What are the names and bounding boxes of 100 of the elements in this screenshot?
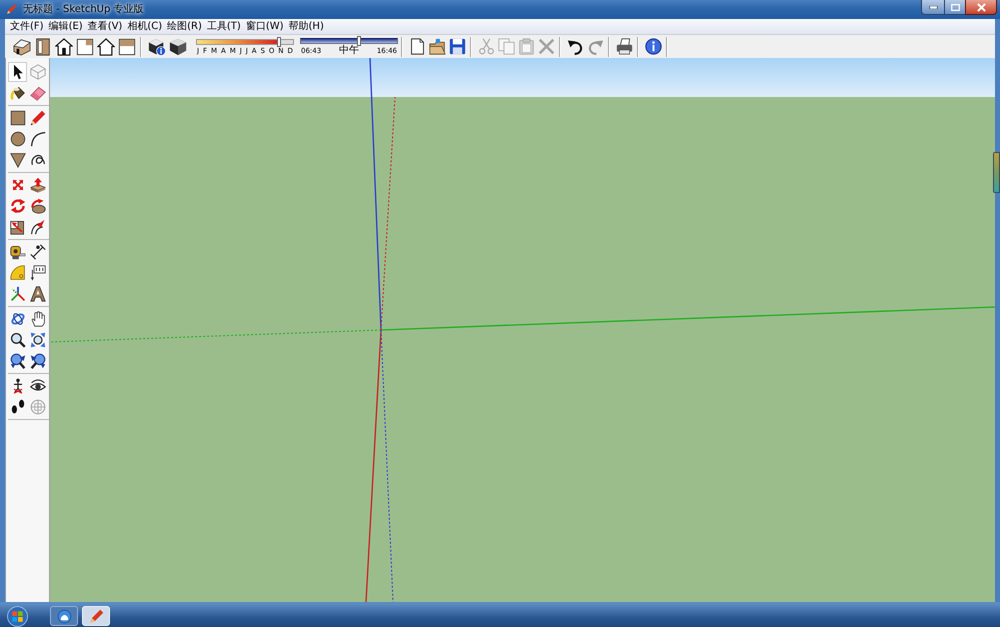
circle-icon [10, 131, 26, 147]
line-tool-button[interactable] [28, 108, 47, 128]
open-button[interactable] [427, 36, 447, 57]
menu-item[interactable]: 文件(F) [8, 20, 46, 34]
previous-view-tool-button[interactable] [28, 351, 47, 371]
zoom-extents-tool-button[interactable] [8, 351, 27, 371]
menu-item[interactable]: 窗口(W) [244, 20, 286, 34]
hand-icon [30, 311, 46, 327]
print-button[interactable] [614, 36, 634, 57]
door-icon [34, 38, 52, 56]
axes-icon [10, 286, 26, 302]
protractor-icon [10, 265, 26, 281]
scissors-icon [478, 38, 494, 55]
text-tool-button[interactable] [28, 263, 47, 283]
zoom-extents-icon [10, 353, 26, 369]
pencil-icon [6, 4, 17, 15]
start-button[interactable] [5, 605, 29, 627]
zoom-icon [10, 332, 26, 348]
select-tool-button[interactable] [8, 62, 27, 82]
redo-icon [586, 38, 604, 55]
window-title: 无标题 - SketchUp 专业版 [23, 3, 144, 16]
save-icon [448, 38, 466, 55]
3d-text-tool-button[interactable] [28, 284, 47, 304]
minimize-button[interactable] [921, 0, 945, 15]
menu-item[interactable]: 查看(V) [86, 20, 124, 34]
slider-thumb[interactable] [356, 36, 361, 46]
menu-item[interactable]: 相机(C) [125, 20, 164, 34]
zoom-previous-icon [30, 353, 46, 369]
front-view-button[interactable] [53, 36, 74, 57]
rectangle-tool-button[interactable] [8, 108, 27, 128]
box-arrow-icon [30, 177, 46, 193]
fog-button[interactable] [167, 36, 188, 57]
maximize-button[interactable] [945, 0, 965, 15]
cube-info-icon [148, 38, 166, 56]
menu-item[interactable]: 绘图(R) [165, 20, 204, 34]
tape-measure-icon [10, 244, 26, 260]
zoom-window-icon [30, 332, 46, 348]
arc-icon [30, 131, 46, 147]
copy-icon [498, 38, 514, 55]
taskbar-button[interactable] [50, 606, 78, 626]
rotate-tool-button[interactable] [8, 196, 27, 216]
cloud-circle-icon [56, 608, 72, 624]
crosshair-circle-icon [30, 399, 46, 415]
close-button[interactable] [965, 0, 997, 15]
date-slider[interactable] [196, 38, 294, 44]
side-panel-tab[interactable] [993, 152, 1000, 193]
circle-tool-button[interactable] [8, 129, 27, 149]
cube-icon [168, 38, 186, 56]
flag-orb-icon [6, 606, 28, 626]
3d-letter-icon [30, 286, 46, 302]
menu-item[interactable]: 编辑(E) [46, 20, 85, 34]
offset-icon [30, 219, 46, 235]
info-icon [644, 38, 662, 55]
slider-thumb[interactable] [276, 36, 281, 46]
disk-arrow-icon [30, 198, 46, 214]
printer-icon [616, 38, 632, 55]
model-info-button[interactable] [643, 36, 663, 57]
scale-icon [10, 219, 26, 235]
undo-icon [566, 38, 584, 55]
text-label-icon [30, 265, 46, 281]
triangle-icon [10, 152, 26, 168]
square-icon [10, 110, 26, 126]
framed-square-icon [118, 38, 136, 56]
house-icon [12, 38, 30, 56]
page-icon [408, 38, 426, 55]
folder-icon [428, 38, 446, 55]
house-icon [54, 38, 72, 56]
pencil-icon [88, 608, 104, 624]
maximize-icon [950, 4, 960, 10]
save-button[interactable] [447, 36, 467, 57]
polygon-tool-button[interactable] [8, 150, 27, 170]
push-pull-tool-button[interactable] [28, 175, 47, 195]
zoom-window-tool-button[interactable] [28, 330, 47, 350]
eraser-icon [30, 85, 46, 101]
dimension-icon [30, 244, 46, 260]
protractor-tool-button[interactable] [8, 263, 27, 283]
cube-outline-icon [30, 64, 46, 80]
footprints-icon [10, 399, 26, 415]
paint-bucket-icon [10, 85, 26, 101]
close-icon [976, 2, 986, 12]
menu-item[interactable]: 帮助(H) [286, 20, 326, 34]
cross-icon [538, 38, 554, 55]
orbit-icon [10, 311, 26, 327]
house-outline-icon [96, 38, 114, 56]
right-view-button[interactable] [74, 36, 95, 57]
time-slider[interactable] [300, 38, 398, 44]
shadows-button[interactable] [146, 36, 167, 57]
back-view-button[interactable] [95, 36, 116, 57]
zoom-tool-button[interactable] [8, 330, 27, 350]
clipboard-icon [518, 38, 534, 55]
dimension-tool-button[interactable] [28, 242, 47, 262]
framed-square-icon [76, 38, 94, 56]
squiggle-icon [30, 152, 46, 168]
menu-item[interactable]: 工具(T) [204, 20, 243, 34]
left-view-button[interactable] [116, 36, 137, 57]
arc-tool-button[interactable] [28, 129, 47, 149]
minimize-icon [928, 6, 938, 8]
pencil-icon [30, 110, 46, 126]
rotate-icon [10, 198, 26, 214]
axes-tool-button[interactable] [8, 284, 27, 304]
